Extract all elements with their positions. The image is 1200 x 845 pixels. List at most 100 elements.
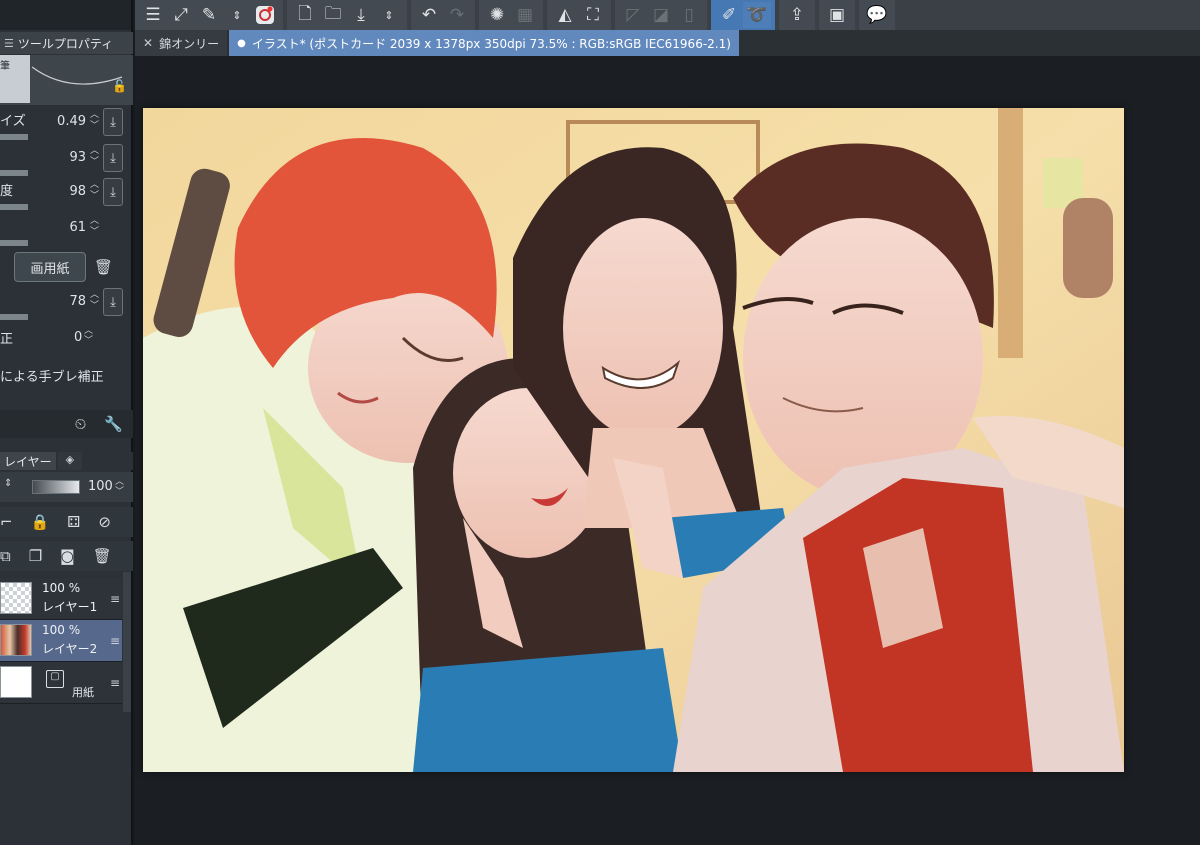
prop-row-texture-density[interactable]: 78 ︿ ﹀ ⤓ xyxy=(0,288,133,322)
download-icon[interactable]: ⤓ xyxy=(103,288,123,316)
spinner-icon[interactable]: ︿ ﹀ xyxy=(90,110,99,132)
fit-icon[interactable]: ⤢ xyxy=(167,2,195,28)
clear-icon[interactable]: ▦ xyxy=(511,2,539,28)
up-down-icon[interactable]: ⇕ xyxy=(375,2,403,28)
spinner-icon[interactable]: ︿ ﹀ xyxy=(90,290,99,312)
layer-icon-row-2: ⧉ ❐ ◙ 🗑 xyxy=(0,541,133,571)
brush-swatch-label: 筆 xyxy=(0,61,10,72)
new-file-icon[interactable]: 🗋 xyxy=(291,2,319,28)
spiral-icon[interactable] xyxy=(251,2,279,28)
clip-icon[interactable]: ⌐ xyxy=(0,513,13,531)
tool-property-title: ツールプロパティ xyxy=(17,36,114,51)
menu-icon[interactable]: ☰ xyxy=(139,2,167,28)
tab-layer[interactable]: レイヤー xyxy=(0,452,56,470)
prop-label: 度 xyxy=(0,184,14,199)
toolbar-group-8: ⇪ xyxy=(779,0,815,30)
folder-icon[interactable]: 🗀 xyxy=(319,2,347,28)
download-icon[interactable]: ⤓ xyxy=(103,144,123,172)
tab-document-1[interactable]: ✕ 錦オンリー xyxy=(135,30,228,56)
redo-icon[interactable]: ↷ xyxy=(443,2,471,28)
prop-slider[interactable] xyxy=(0,134,28,140)
app-window: ☰ ツールプロパティ 筆 🔓 イズ 0.49 ︿ ﹀ ⤓ 93 ︿ ﹀ ⤓ 度 98 xyxy=(0,0,1200,845)
mask-icon[interactable]: ⊘ xyxy=(98,513,111,531)
tab-label: 錦オンリー xyxy=(159,36,220,51)
prop-row-density[interactable]: 度 98 ︿ ﹀ ⤓ xyxy=(0,178,133,212)
trash-icon[interactable]: 🗑 xyxy=(93,547,112,565)
layer-thumbnail xyxy=(0,666,32,698)
prop-slider[interactable] xyxy=(0,170,28,176)
prop-value[interactable]: 78 xyxy=(69,294,86,309)
layer-row[interactable]: ▢ 用紙 ≡ xyxy=(0,662,122,704)
reference-icon[interactable]: ⚃ xyxy=(67,513,80,531)
layer-menu-icon[interactable]: ≡ xyxy=(110,676,120,690)
prop-value[interactable]: 61 xyxy=(69,220,86,235)
lock-icon[interactable]: 🔓 xyxy=(112,79,127,93)
prop-value[interactable]: 0.49 xyxy=(57,114,86,129)
lasso-icon[interactable]: ➰ xyxy=(743,2,771,28)
layer-row[interactable]: 100 % レイヤー2 ≡ xyxy=(0,620,122,662)
up-down-icon[interactable]: ⇕ xyxy=(223,2,251,28)
prop-row-2[interactable]: 93 ︿ ﹀ ⤓ xyxy=(0,144,133,178)
layer-scrollbar[interactable] xyxy=(123,572,131,712)
prop-row-size[interactable]: イズ 0.49 ︿ ﹀ ⤓ xyxy=(0,108,133,142)
select-icon[interactable]: ⛶ xyxy=(579,2,607,28)
spinner-icon[interactable]: ︿ ﹀ xyxy=(90,146,99,168)
prop-slider[interactable] xyxy=(0,314,28,320)
prop-slider[interactable] xyxy=(0,240,28,246)
layer-icon-row-1: ⌐ 🔒 ⚃ ⊘ xyxy=(0,507,133,537)
layer-name[interactable]: 用紙 xyxy=(72,684,94,700)
prop-value[interactable]: 98 xyxy=(69,184,86,199)
mask-add-icon[interactable]: ◙ xyxy=(60,547,75,565)
prop-label: イズ xyxy=(0,114,26,129)
spinner-icon[interactable]: ︿ ﹀ xyxy=(84,326,93,346)
layer-name[interactable]: レイヤー2 xyxy=(42,640,97,657)
spinner-icon[interactable]: ︿ ﹀ xyxy=(90,216,99,238)
paper-texture-button[interactable]: 画用紙 xyxy=(14,252,86,282)
layer-row[interactable]: 100 % レイヤー1 ≡ xyxy=(0,578,122,620)
tool-property-header[interactable]: ☰ ツールプロパティ xyxy=(0,32,133,54)
tablet-icon[interactable]: ▣ xyxy=(823,2,851,28)
brush-swatch[interactable]: 筆 xyxy=(0,55,30,103)
invert-icon[interactable]: ◪ xyxy=(647,2,675,28)
prop-slider[interactable] xyxy=(0,204,28,210)
close-icon[interactable]: ✕ xyxy=(143,36,153,50)
spinner-icon[interactable]: ︿ ﹀ xyxy=(90,180,99,202)
loading-icon[interactable]: ✺ xyxy=(483,2,511,28)
brush-icon[interactable]: ✐ xyxy=(715,2,743,28)
lock-icon[interactable]: 🔒 xyxy=(31,513,50,531)
duplicate-icon[interactable]: ❐ xyxy=(29,547,42,565)
tab-document-2[interactable]: ● イラスト* (ポストカード 2039 x 1378px 350dpi 73.… xyxy=(229,30,739,56)
new-layer-icon[interactable]: ⧉ xyxy=(0,547,11,565)
transform-icon[interactable]: ✎ xyxy=(195,2,223,28)
trash-icon[interactable]: 🗑 xyxy=(94,258,113,276)
modified-dot-icon: ● xyxy=(237,37,246,49)
undo-icon[interactable]: ↶ xyxy=(415,2,443,28)
download-icon[interactable]: ⤓ xyxy=(103,108,123,136)
brush-curve-preview[interactable]: 筆 🔓 xyxy=(0,55,133,105)
left-top-strip xyxy=(0,0,131,30)
opacity-slider[interactable] xyxy=(32,480,80,494)
layer-menu-icon[interactable]: ≡ xyxy=(110,592,120,606)
canvas-area[interactable] xyxy=(135,56,1200,845)
illustration-canvas[interactable] xyxy=(143,108,1124,772)
toolbar-group-4: ✺ ▦ xyxy=(479,0,543,30)
fill-icon[interactable]: ◭ xyxy=(551,2,579,28)
help-icon[interactable]: 💬 xyxy=(863,2,891,28)
layer-menu-icon[interactable]: ≡ xyxy=(110,634,120,648)
download-icon[interactable]: ⤓ xyxy=(103,178,123,206)
spinner-icon[interactable]: ︿ ﹀ xyxy=(115,477,124,497)
tool-property-footer: ⏲ 🔧 xyxy=(0,410,133,438)
select-off-icon[interactable]: ◸ xyxy=(619,2,647,28)
export-icon[interactable]: ⇪ xyxy=(783,2,811,28)
reset-icon[interactable]: ⏲ xyxy=(75,415,87,433)
layer-property-tab-icon[interactable]: ◈ xyxy=(57,452,83,470)
save-icon[interactable]: ⤓ xyxy=(347,2,375,28)
prop-row-4[interactable]: 61 ︿ ﹀ xyxy=(0,214,133,248)
prop-value[interactable]: 93 xyxy=(69,150,86,165)
layer-name[interactable]: レイヤー1 xyxy=(42,598,97,615)
page-icon[interactable]: ▯ xyxy=(675,2,703,28)
correction-value[interactable]: 0 xyxy=(74,330,82,345)
opacity-value[interactable]: 100 xyxy=(88,479,113,494)
blend-mode-icon[interactable]: ⇕ xyxy=(4,478,12,489)
wrench-icon[interactable]: 🔧 xyxy=(104,415,123,433)
